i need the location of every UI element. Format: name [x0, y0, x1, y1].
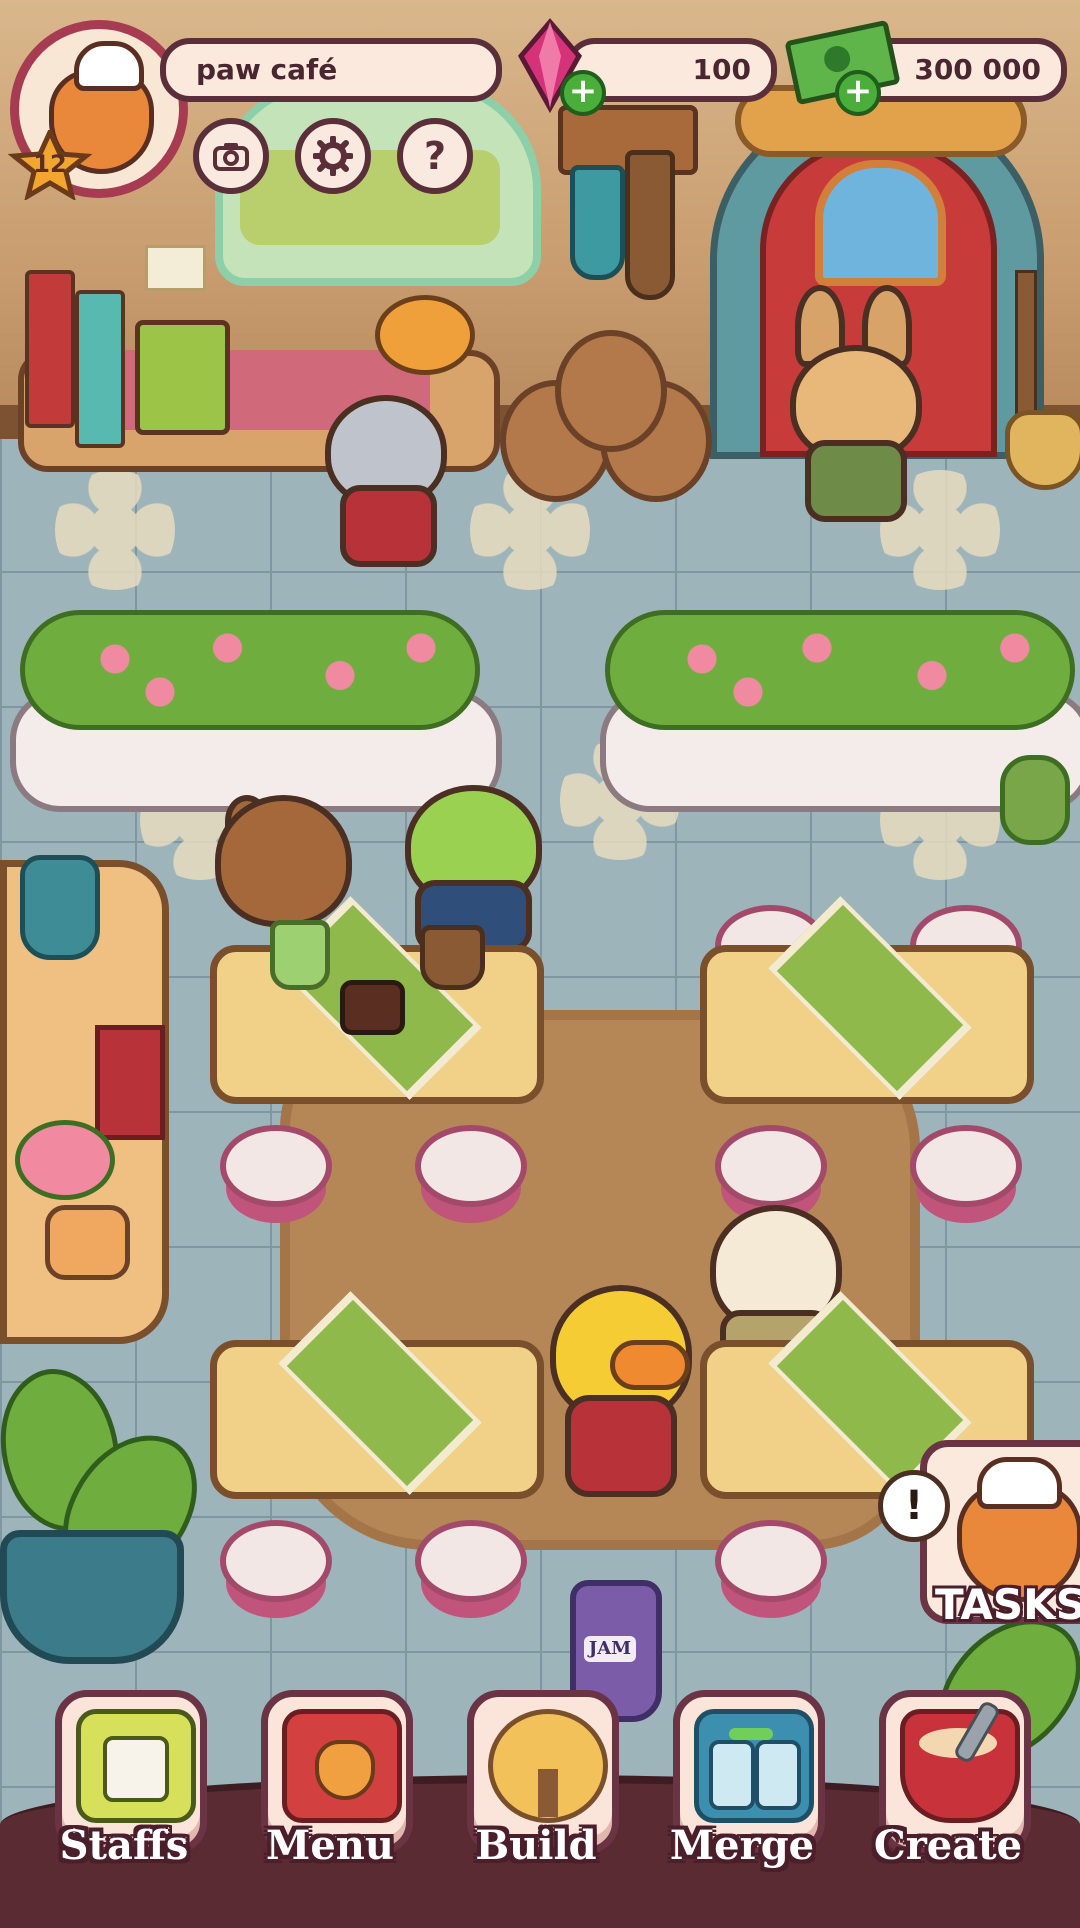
- milk-jar-icon: [709, 1740, 755, 1810]
- jam-label: JAM: [584, 1636, 636, 1662]
- matcha-drink-icon[interactable]: [270, 920, 330, 990]
- add-gems-button[interactable]: +: [560, 70, 606, 116]
- chef-hat-icon: [977, 1457, 1062, 1509]
- gem-amount: 100: [692, 53, 751, 86]
- player-level: 12: [33, 150, 67, 178]
- settings-button[interactable]: [295, 118, 371, 194]
- duck-beak: [610, 1340, 690, 1390]
- broom-icon: [1005, 410, 1080, 490]
- gear-icon: [313, 136, 353, 176]
- add-coins-button[interactable]: +: [835, 70, 881, 116]
- stool[interactable]: [415, 1520, 527, 1602]
- tasks-alert-bubble: !: [878, 1470, 950, 1542]
- cafe-name-label: paw café: [196, 53, 338, 86]
- swap-arrow-icon: [729, 1728, 773, 1740]
- bunny-card-icon: [103, 1736, 169, 1802]
- chef-hat-icon: [74, 41, 144, 91]
- bunny-apron: [805, 440, 907, 522]
- door-window: [815, 160, 946, 286]
- help-button[interactable]: ?: [397, 118, 473, 194]
- paw-print-icon: [821, 43, 853, 75]
- menu-book-icon: [282, 1709, 402, 1823]
- camera-button[interactable]: [193, 118, 269, 194]
- camera-icon: [213, 143, 249, 171]
- wall-note: [145, 245, 206, 291]
- merge-jars-icon: [694, 1709, 814, 1823]
- stool[interactable]: [415, 1125, 527, 1207]
- otter-customer-character[interactable]: [215, 795, 352, 927]
- ladle-tool: [625, 150, 675, 300]
- cake-slice-icon[interactable]: [340, 980, 405, 1035]
- stool[interactable]: [220, 1520, 332, 1602]
- floor-clover-tile: [55, 470, 175, 590]
- build-label: Build: [475, 1822, 597, 1869]
- tissue-box: [45, 1205, 130, 1280]
- book-red: [25, 270, 75, 428]
- help-icon: ?: [423, 134, 447, 178]
- create-label: Create: [873, 1822, 1023, 1869]
- duck-apron: [565, 1395, 677, 1497]
- build-table-icon: [488, 1709, 608, 1823]
- stool[interactable]: [715, 1520, 827, 1602]
- flask-tool: [570, 165, 625, 280]
- coffee-cup-icon[interactable]: [420, 925, 485, 990]
- fox-emblem-icon: [315, 1740, 375, 1800]
- tasks-label: TASKS: [935, 1580, 1080, 1629]
- menu-label: Menu: [266, 1822, 394, 1869]
- table-leg: [538, 1769, 558, 1817]
- coin-amount: 300 000: [914, 53, 1041, 86]
- flower-vase: [375, 295, 475, 375]
- stool[interactable]: [220, 1125, 332, 1207]
- counter-banner: [95, 1025, 165, 1140]
- milk-jar-icon: [755, 1740, 801, 1810]
- cafe-name-field[interactable]: paw café: [160, 38, 502, 102]
- rose-bouquet: [15, 1120, 115, 1200]
- teapot-icon: [20, 855, 100, 960]
- cat-waiter-vest: [340, 485, 437, 567]
- create-bowl-icon: [900, 1699, 1020, 1823]
- potted-plant[interactable]: [0, 1530, 184, 1664]
- stool[interactable]: [715, 1125, 827, 1207]
- barrel: [555, 330, 667, 452]
- cafe-scene[interactable]: JAM: [0, 0, 1080, 1920]
- staffs-label: Staffs: [59, 1822, 189, 1869]
- flower-bush: [605, 610, 1075, 730]
- cactus-pot: [1000, 755, 1070, 845]
- stool[interactable]: [910, 1125, 1022, 1207]
- book-green: [135, 320, 230, 435]
- level-star-badge: 12: [7, 125, 93, 202]
- flower-bush: [20, 610, 480, 730]
- staff-clipboard-icon: [76, 1709, 196, 1823]
- merge-label: Merge: [669, 1822, 815, 1869]
- hourglass-icon: [75, 290, 125, 448]
